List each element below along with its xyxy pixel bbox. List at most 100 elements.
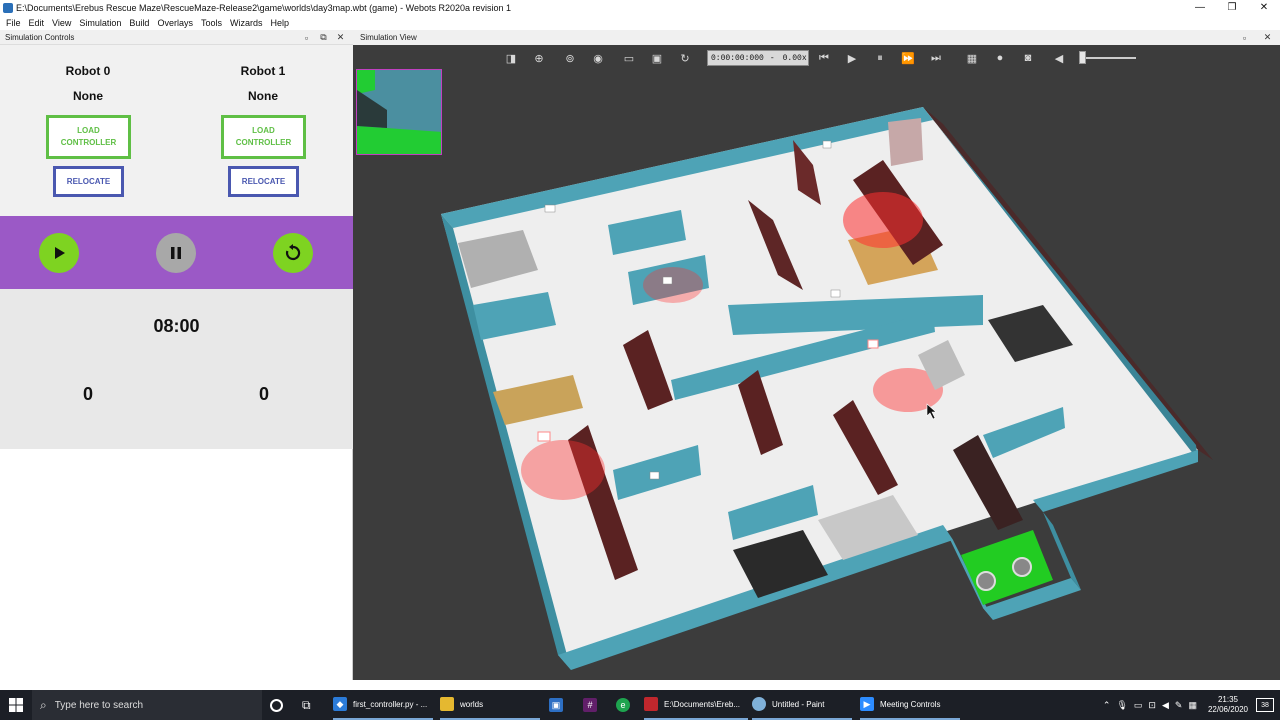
robot-1-model xyxy=(1012,557,1032,577)
slack-icon: # xyxy=(583,698,597,712)
robot-1-load-controller-button[interactable]: LOAD CONTROLLER xyxy=(221,115,306,159)
heat-victim-glow xyxy=(643,267,703,303)
taskbar-app-label: E:\Documents\Ereb... xyxy=(664,699,741,709)
menu-file[interactable]: File xyxy=(6,18,21,28)
taskbar-edge-button[interactable]: e xyxy=(616,690,636,720)
cortana-button[interactable] xyxy=(270,690,283,720)
keyboard-icon[interactable]: ▦ xyxy=(1188,700,1197,711)
webots-icon xyxy=(3,2,13,13)
close-button[interactable]: ✕ xyxy=(1248,0,1280,15)
robots-section: Robot 0 None LOAD CONTROLLER RELOCATE Ro… xyxy=(0,45,353,216)
volume-icon[interactable]: ◀ xyxy=(1162,700,1169,711)
robot-1-name: Robot 1 xyxy=(240,64,286,78)
maximize-button[interactable]: ❐ xyxy=(1216,0,1248,15)
taskbar-clock[interactable]: 21:35 22/06/2020 xyxy=(1208,695,1248,715)
taskbar-app-vscode[interactable]: ◆ first_controller.py - ... xyxy=(333,690,433,720)
folder-icon xyxy=(440,697,454,711)
robot-0-load-controller-button[interactable]: LOAD CONTROLLER xyxy=(46,115,131,159)
menu-edit[interactable]: Edit xyxy=(29,18,45,28)
taskbar-store-button[interactable]: ▣ xyxy=(549,690,569,720)
camera-image xyxy=(357,70,441,154)
taskbar-search[interactable]: ⌕ xyxy=(32,690,262,720)
zoom-icon: ▶ xyxy=(860,697,874,711)
game-controls-bar xyxy=(0,216,353,289)
taskbar-app-label: first_controller.py - ... xyxy=(353,699,428,709)
reset-button[interactable] xyxy=(273,233,313,273)
robot-0-name: Robot 0 xyxy=(65,64,111,78)
play-button[interactable] xyxy=(39,233,79,273)
maze-3d-view[interactable] xyxy=(353,30,1280,680)
search-input[interactable] xyxy=(54,699,235,711)
visual-victim xyxy=(662,276,673,285)
taskbar-app-zoom[interactable]: ▶ Meeting Controls xyxy=(860,690,960,720)
robot-camera-overlay[interactable] xyxy=(356,69,442,155)
search-icon: ⌕ xyxy=(40,697,47,712)
obstacle-box xyxy=(888,118,923,166)
close-panel-icon[interactable]: ✕ xyxy=(336,32,345,43)
show-hidden-icons-icon[interactable]: ⌃ xyxy=(1103,700,1111,711)
menu-overlays[interactable]: Overlays xyxy=(157,18,193,28)
network-icon[interactable]: ⊡ xyxy=(1148,700,1156,711)
windows-logo-icon xyxy=(9,698,23,712)
float-panel-icon[interactable]: ⧉ xyxy=(319,32,328,43)
menu-help[interactable]: Help xyxy=(270,18,289,28)
restore-panel-icon[interactable]: ▫ xyxy=(302,33,311,43)
simulation-controls-panel: Simulation Controls ▫ ⧉ ✕ Robot 0 None L… xyxy=(0,30,353,680)
webots-window: E:\Documents\Erebus Rescue Maze\RescueMa… xyxy=(0,0,1280,690)
heated-victim xyxy=(867,339,879,349)
vscode-icon: ◆ xyxy=(333,697,347,711)
microphone-icon[interactable]: 🎙 xyxy=(1116,700,1127,711)
notification-count: 38 xyxy=(1261,701,1269,709)
heat-victim-glow xyxy=(521,440,605,500)
taskbar-app-label: Meeting Controls xyxy=(880,699,941,709)
taskbar-app-explorer[interactable]: worlds xyxy=(440,690,540,720)
robot-0-relocate-button[interactable]: RELOCATE xyxy=(53,166,124,197)
visual-victim xyxy=(830,289,841,298)
clock-date: 22/06/2020 xyxy=(1207,705,1248,714)
pause-icon xyxy=(171,247,181,259)
heated-victim xyxy=(537,431,551,442)
game-timer: 08:00 xyxy=(153,316,200,336)
task-view-icon: ⧉ xyxy=(302,697,311,712)
menu-view[interactable]: View xyxy=(52,18,71,28)
store-icon: ▣ xyxy=(549,698,563,712)
menu-build[interactable]: Build xyxy=(129,18,149,28)
system-tray: ⌃ 🎙 ▭ ⊡ ◀ ✎ ▦ 21:35 22/06/2020 38 xyxy=(1100,690,1280,720)
wave-divider xyxy=(0,429,353,441)
taskbar-app-webots[interactable]: E:\Documents\Ereb... xyxy=(644,690,748,720)
robot-1-score: 0 xyxy=(258,384,269,404)
windows-taskbar: ⌕ ⧉ ◆ first_controller.py - ... worlds ▣… xyxy=(0,690,1280,720)
pen-icon[interactable]: ✎ xyxy=(1175,700,1183,711)
menu-wizards[interactable]: Wizards xyxy=(230,18,263,28)
window-title: E:\Documents\Erebus Rescue Maze\RescueMa… xyxy=(16,2,512,13)
webots-icon xyxy=(644,697,658,711)
menu-bar: File Edit View Simulation Build Overlays… xyxy=(0,15,1280,30)
panel-title: Simulation Controls xyxy=(5,32,75,42)
minimize-button[interactable]: — xyxy=(1184,0,1216,15)
play-icon xyxy=(55,247,65,259)
taskbar-app-paint[interactable]: Untitled - Paint xyxy=(752,690,852,720)
robot-0-controller: None xyxy=(73,89,103,103)
edge-icon: e xyxy=(616,698,630,712)
robot-0-score: 0 xyxy=(82,384,93,404)
taskbar-app-label: Untitled - Paint xyxy=(772,699,825,709)
visual-victim xyxy=(649,471,660,480)
robot-1-relocate-button[interactable]: RELOCATE xyxy=(228,166,299,197)
task-view-button[interactable]: ⧉ xyxy=(302,690,311,720)
robot-1-controller: None xyxy=(248,89,278,103)
title-bar: E:\Documents\Erebus Rescue Maze\RescueMa… xyxy=(0,0,1280,15)
pause-button[interactable] xyxy=(156,233,196,273)
reset-icon xyxy=(285,244,301,261)
start-button[interactable] xyxy=(0,690,32,720)
taskbar-app-label: worlds xyxy=(460,699,484,709)
menu-tools[interactable]: Tools xyxy=(201,18,222,28)
menu-simulation[interactable]: Simulation xyxy=(79,18,121,28)
simulation-view-panel: Simulation View ▫ ✕ ◨ ⊕ ⊚ ◉ ▭ ▣ ↻ 0:00:0… xyxy=(353,30,1280,680)
cortana-icon xyxy=(270,698,283,712)
paint-icon xyxy=(752,697,766,711)
simulation-controls-titlebar: Simulation Controls ▫ ⧉ ✕ xyxy=(0,30,353,45)
notification-center-button[interactable]: 38 xyxy=(1256,698,1274,712)
battery-icon[interactable]: ▭ xyxy=(1134,700,1143,711)
taskbar-slack-button[interactable]: # xyxy=(583,690,603,720)
robot-0-model xyxy=(976,571,996,591)
